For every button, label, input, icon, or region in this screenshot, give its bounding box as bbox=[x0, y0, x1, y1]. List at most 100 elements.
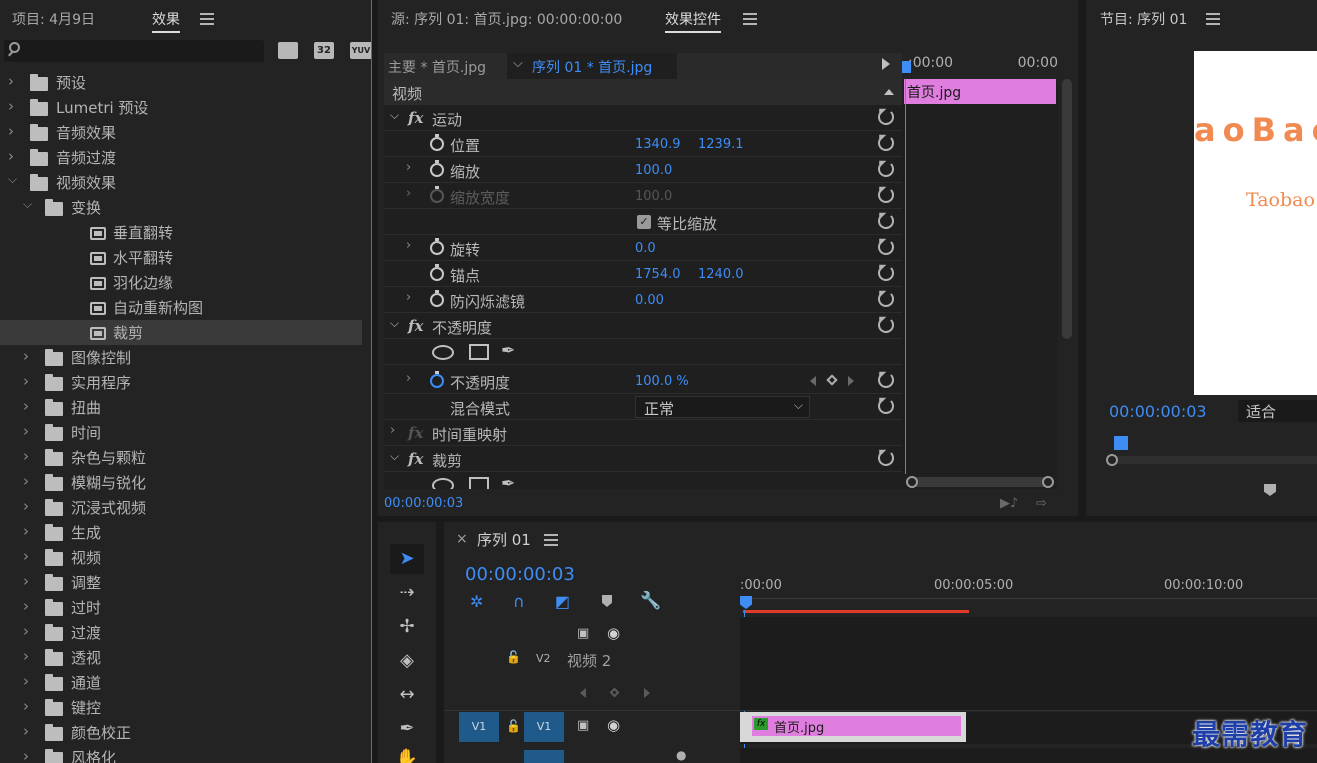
stopwatch-icon[interactable] bbox=[430, 134, 444, 151]
nest-icon[interactable]: ✲ bbox=[470, 592, 483, 611]
effect-folder[interactable]: › Lumetri 预设 bbox=[0, 95, 362, 120]
position-x-value[interactable]: 1340.9 bbox=[635, 137, 681, 152]
track-target-v1[interactable]: V1 bbox=[524, 712, 564, 742]
effect-folder[interactable]: › 时间 bbox=[0, 420, 362, 445]
tab-effects[interactable]: 效果 bbox=[152, 9, 180, 33]
effect-item[interactable]: 裁剪 bbox=[0, 320, 362, 345]
chevron-right-icon[interactable]: › bbox=[23, 397, 29, 415]
effect-opacity[interactable]: ⌵ fx 不透明度 bbox=[384, 313, 902, 339]
panel-menu-icon[interactable] bbox=[1206, 13, 1220, 27]
chevron-right-icon[interactable]: › bbox=[23, 522, 29, 540]
next-keyframe-icon[interactable] bbox=[644, 688, 650, 698]
sync-lock-icon[interactable]: ▣ bbox=[577, 718, 589, 733]
next-keyframe-icon[interactable] bbox=[848, 376, 854, 386]
effect-crop[interactable]: ⌵ fx 裁剪 bbox=[384, 446, 902, 472]
stopwatch-icon[interactable] bbox=[430, 160, 444, 177]
reset-icon[interactable] bbox=[878, 398, 894, 414]
chevron-right-icon[interactable]: › bbox=[406, 371, 411, 386]
pen-tool[interactable]: ✒ bbox=[390, 714, 424, 744]
uniform-scale-checkbox[interactable]: ✓ bbox=[637, 215, 651, 229]
rectangle-mask-icon[interactable] bbox=[469, 344, 489, 360]
linked-selection-icon[interactable]: ◩ bbox=[555, 592, 570, 611]
effect-folder[interactable]: › 音频过渡 bbox=[0, 145, 362, 170]
eye-icon[interactable]: ◉ bbox=[607, 624, 620, 642]
eye-icon[interactable]: ◉ bbox=[607, 716, 620, 734]
zoom-handle-left[interactable] bbox=[906, 476, 918, 488]
fx-icon[interactable]: fx bbox=[408, 450, 423, 468]
effect-folder[interactable]: › 沉浸式视频 bbox=[0, 495, 362, 520]
pen-mask-icon[interactable]: ✒ bbox=[501, 341, 515, 361]
effect-folder[interactable]: ⌵ 变换 bbox=[0, 195, 362, 220]
ellipse-mask-icon[interactable] bbox=[432, 478, 454, 489]
tab-effect-controls[interactable]: 效果控件 bbox=[665, 9, 721, 33]
reset-icon[interactable] bbox=[878, 239, 894, 255]
reset-icon[interactable] bbox=[878, 135, 894, 151]
blend-mode-select[interactable]: 正常 ⌵ bbox=[635, 396, 810, 418]
fx-icon[interactable]: fx bbox=[408, 317, 423, 335]
program-video-frame[interactable]: aoBao Taobao bbox=[1194, 51, 1317, 395]
effects-search-input[interactable] bbox=[4, 40, 264, 62]
add-marker-icon[interactable] bbox=[1264, 484, 1276, 496]
program-timecode[interactable]: 00:00:00:03 bbox=[1109, 402, 1207, 421]
program-scrub-bar[interactable] bbox=[1106, 436, 1317, 466]
ec-zoom-scrollbar[interactable] bbox=[906, 476, 1054, 488]
effect-folder[interactable]: › 过渡 bbox=[0, 620, 362, 645]
sequence-tab-title[interactable]: 序列 01 bbox=[477, 529, 531, 550]
chevron-right-icon[interactable]: › bbox=[23, 422, 29, 440]
chevron-right-icon[interactable]: › bbox=[23, 547, 29, 565]
chevron-right-icon[interactable]: › bbox=[23, 372, 29, 390]
sync-lock-icon[interactable]: ▣ bbox=[577, 626, 589, 641]
chevron-right-icon[interactable]: › bbox=[23, 622, 29, 640]
tab-source[interactable]: 源: 序列 01: 首页.jpg: 00:00:00:00 bbox=[391, 9, 622, 29]
reset-icon[interactable] bbox=[878, 213, 894, 229]
accelerated-effects-filter-icon[interactable] bbox=[278, 42, 298, 59]
ellipse-mask-icon[interactable] bbox=[432, 345, 454, 360]
chevron-right-icon[interactable]: › bbox=[23, 647, 29, 665]
chevron-right-icon[interactable]: › bbox=[23, 472, 29, 490]
ec-vertical-scrollbar[interactable] bbox=[1062, 79, 1072, 339]
position-y-value[interactable]: 1239.1 bbox=[698, 137, 744, 152]
timeline-ruler[interactable]: :00:00 00:00:05:00 00:00:10:00 bbox=[740, 574, 1317, 614]
expand-timeline-arrow-icon[interactable] bbox=[882, 58, 890, 70]
panel-menu-icon[interactable] bbox=[743, 13, 757, 27]
effect-folder[interactable]: › 视频 bbox=[0, 545, 362, 570]
reset-icon[interactable] bbox=[878, 450, 894, 466]
chevron-right-icon[interactable]: › bbox=[390, 423, 395, 438]
opacity-value[interactable]: 100.0 % bbox=[635, 374, 689, 389]
reset-icon[interactable] bbox=[878, 372, 894, 388]
razor-tool[interactable]: ◈ bbox=[390, 646, 424, 676]
anchor-y-value[interactable]: 1240.0 bbox=[698, 267, 744, 282]
chevron-right-icon[interactable]: › bbox=[23, 747, 29, 763]
chevron-right-icon[interactable]: › bbox=[23, 722, 29, 740]
effect-folder[interactable]: › 透视 bbox=[0, 645, 362, 670]
stopwatch-icon[interactable] bbox=[430, 290, 444, 307]
lock-icon[interactable]: 🔓 bbox=[506, 719, 521, 733]
ec-playhead-marker[interactable] bbox=[902, 61, 911, 73]
chevron-right-icon[interactable]: › bbox=[8, 122, 14, 140]
program-scrub-handle[interactable] bbox=[1106, 454, 1118, 466]
panel-menu-icon[interactable] bbox=[544, 534, 558, 548]
effect-folder[interactable]: › 生成 bbox=[0, 520, 362, 545]
tab-project[interactable]: 项目: 4月9日 bbox=[12, 9, 95, 29]
effect-item[interactable]: 水平翻转 bbox=[0, 245, 362, 270]
effect-folder[interactable]: › 预设 bbox=[0, 70, 362, 95]
prev-keyframe-icon[interactable] bbox=[810, 376, 816, 386]
chevron-right-icon[interactable]: › bbox=[23, 572, 29, 590]
chevron-right-icon[interactable]: › bbox=[23, 597, 29, 615]
add-marker-icon[interactable] bbox=[602, 595, 612, 607]
effect-item[interactable]: 羽化边缘 bbox=[0, 270, 362, 295]
chevron-right-icon[interactable]: › bbox=[8, 147, 14, 165]
effect-folder[interactable]: › 风格化 bbox=[0, 745, 362, 763]
add-keyframe-icon[interactable] bbox=[609, 687, 620, 698]
chevron-down-icon[interactable]: ⌵ bbox=[8, 172, 17, 187]
fx-icon[interactable]: fx bbox=[408, 109, 423, 127]
timeline-timecode[interactable]: 00:00:00:03 bbox=[465, 564, 575, 585]
track-select-tool[interactable]: ⇢ bbox=[390, 578, 424, 608]
chevron-right-icon[interactable]: › bbox=[23, 347, 29, 365]
rotation-value[interactable]: 0.0 bbox=[635, 241, 656, 256]
selection-tool[interactable]: ➤ bbox=[390, 544, 424, 574]
reset-icon[interactable] bbox=[878, 291, 894, 307]
timeline-clip[interactable]: fx 首页.jpg bbox=[740, 712, 966, 742]
rectangle-mask-icon[interactable] bbox=[469, 477, 489, 489]
wrench-icon[interactable]: 🔧 bbox=[640, 591, 661, 611]
